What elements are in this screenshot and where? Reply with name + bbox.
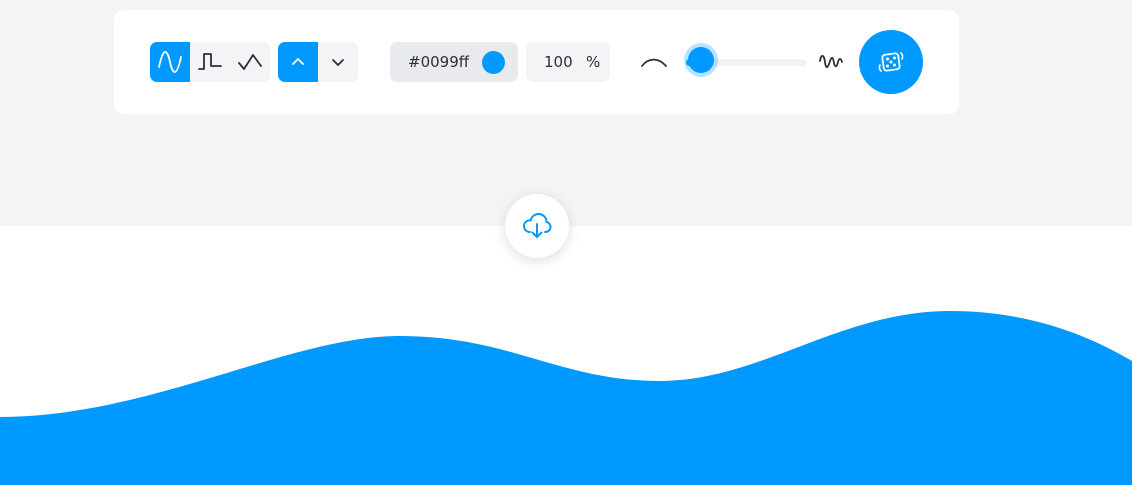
wave-preview xyxy=(0,311,1132,485)
direction-down-button[interactable] xyxy=(318,42,358,82)
opacity-unit: % xyxy=(586,53,601,71)
smooth-curve-icon xyxy=(641,58,667,67)
dice-icon xyxy=(878,52,904,72)
direction-up-button[interactable] xyxy=(278,42,318,82)
opacity-field[interactable]: 100 % xyxy=(526,42,610,82)
complexity-slider-thumb[interactable] xyxy=(687,47,714,73)
wave-shape xyxy=(0,311,1132,485)
chevron-up-icon xyxy=(292,58,304,65)
color-swatch[interactable] xyxy=(482,51,505,74)
wave-type-group xyxy=(150,42,270,82)
color-hex-value[interactable]: #0099ff xyxy=(408,42,469,82)
square-wave-icon xyxy=(198,53,222,70)
opacity-value[interactable]: 100 xyxy=(544,42,573,82)
triangle-wave-icon xyxy=(238,54,262,70)
randomize-button[interactable] xyxy=(859,30,923,94)
download-button[interactable] xyxy=(505,194,569,258)
wave-type-step-button[interactable] xyxy=(190,42,230,82)
wave-toolbar: #0099ff 100 % xyxy=(114,10,959,114)
wave-type-smooth-button[interactable] xyxy=(150,42,190,82)
cloud-download-icon xyxy=(523,213,552,238)
color-picker-field[interactable]: #0099ff xyxy=(390,42,518,82)
wave-type-peak-button[interactable] xyxy=(230,42,270,82)
sine-wave-icon xyxy=(158,51,182,73)
rough-wave-icon xyxy=(819,54,843,69)
direction-group xyxy=(278,42,358,82)
chevron-down-icon xyxy=(332,59,344,66)
